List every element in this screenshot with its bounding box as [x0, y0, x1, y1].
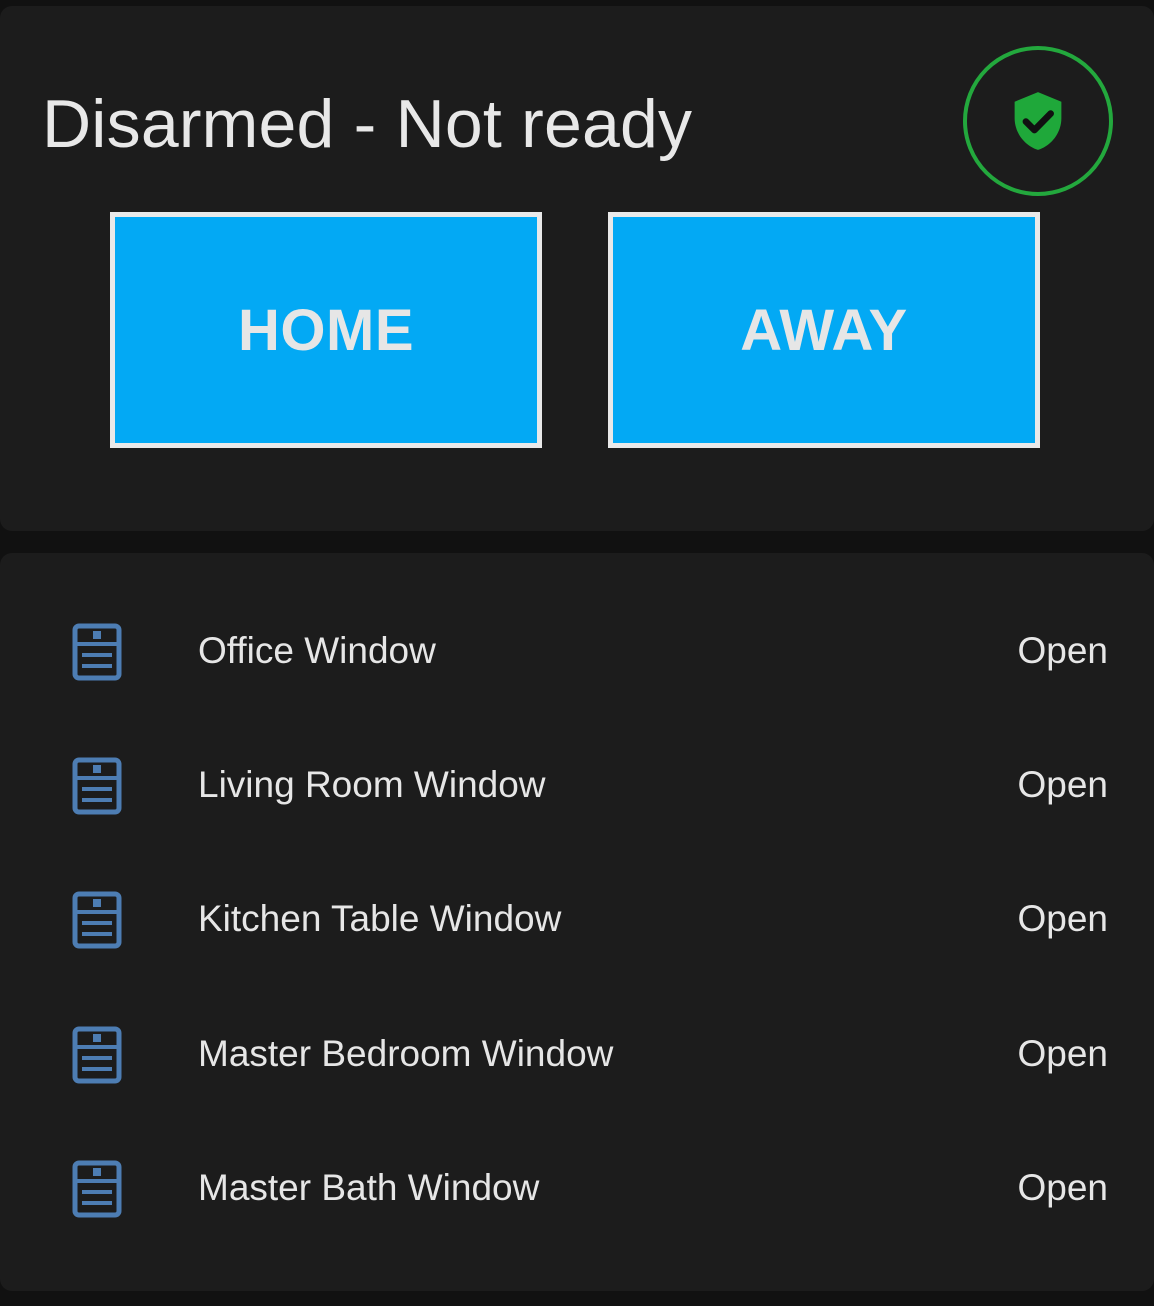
- sensor-row-kitchen-table-window[interactable]: Kitchen Table Window Open: [0, 880, 1154, 960]
- sensor-state: Open: [1017, 1167, 1108, 1208]
- window-closed-icon: [70, 622, 124, 682]
- shield-check-icon: [1005, 88, 1071, 154]
- sensor-row-living-room-window[interactable]: Living Room Window Open: [0, 746, 1154, 826]
- sensor-row-master-bath-window[interactable]: Master Bath Window Open: [0, 1149, 1154, 1229]
- sensor-name: Kitchen Table Window: [198, 898, 562, 939]
- sensor-row-master-bedroom-window[interactable]: Master Bedroom Window Open: [0, 1015, 1154, 1095]
- alarm-status-title: Disarmed - Not ready: [42, 86, 693, 162]
- window-closed-icon: [70, 1025, 124, 1085]
- sensor-state: Open: [1017, 630, 1108, 671]
- sensor-state: Open: [1017, 1033, 1108, 1074]
- arm-away-button[interactable]: AWAY: [608, 212, 1040, 448]
- sensor-state: Open: [1017, 764, 1108, 805]
- sensor-name: Office Window: [198, 630, 436, 671]
- alarm-panel-card: Disarmed - Not ready HOME AWAY: [0, 6, 1154, 531]
- sensor-name: Living Room Window: [198, 764, 546, 805]
- arm-home-button[interactable]: HOME: [110, 212, 542, 448]
- window-closed-icon: [70, 1159, 124, 1219]
- sensor-row-office-window[interactable]: Office Window Open: [0, 612, 1154, 692]
- sensor-name: Master Bath Window: [198, 1167, 540, 1208]
- window-closed-icon: [70, 890, 124, 950]
- page: Disarmed - Not ready HOME AWAY Office Wi…: [0, 0, 1154, 1306]
- sensors-card: Office Window Open Living Room Window Op…: [0, 553, 1154, 1291]
- window-closed-icon: [70, 756, 124, 816]
- sensor-name: Master Bedroom Window: [198, 1033, 614, 1074]
- alarm-state-badge[interactable]: [963, 46, 1113, 196]
- sensor-state: Open: [1017, 898, 1108, 939]
